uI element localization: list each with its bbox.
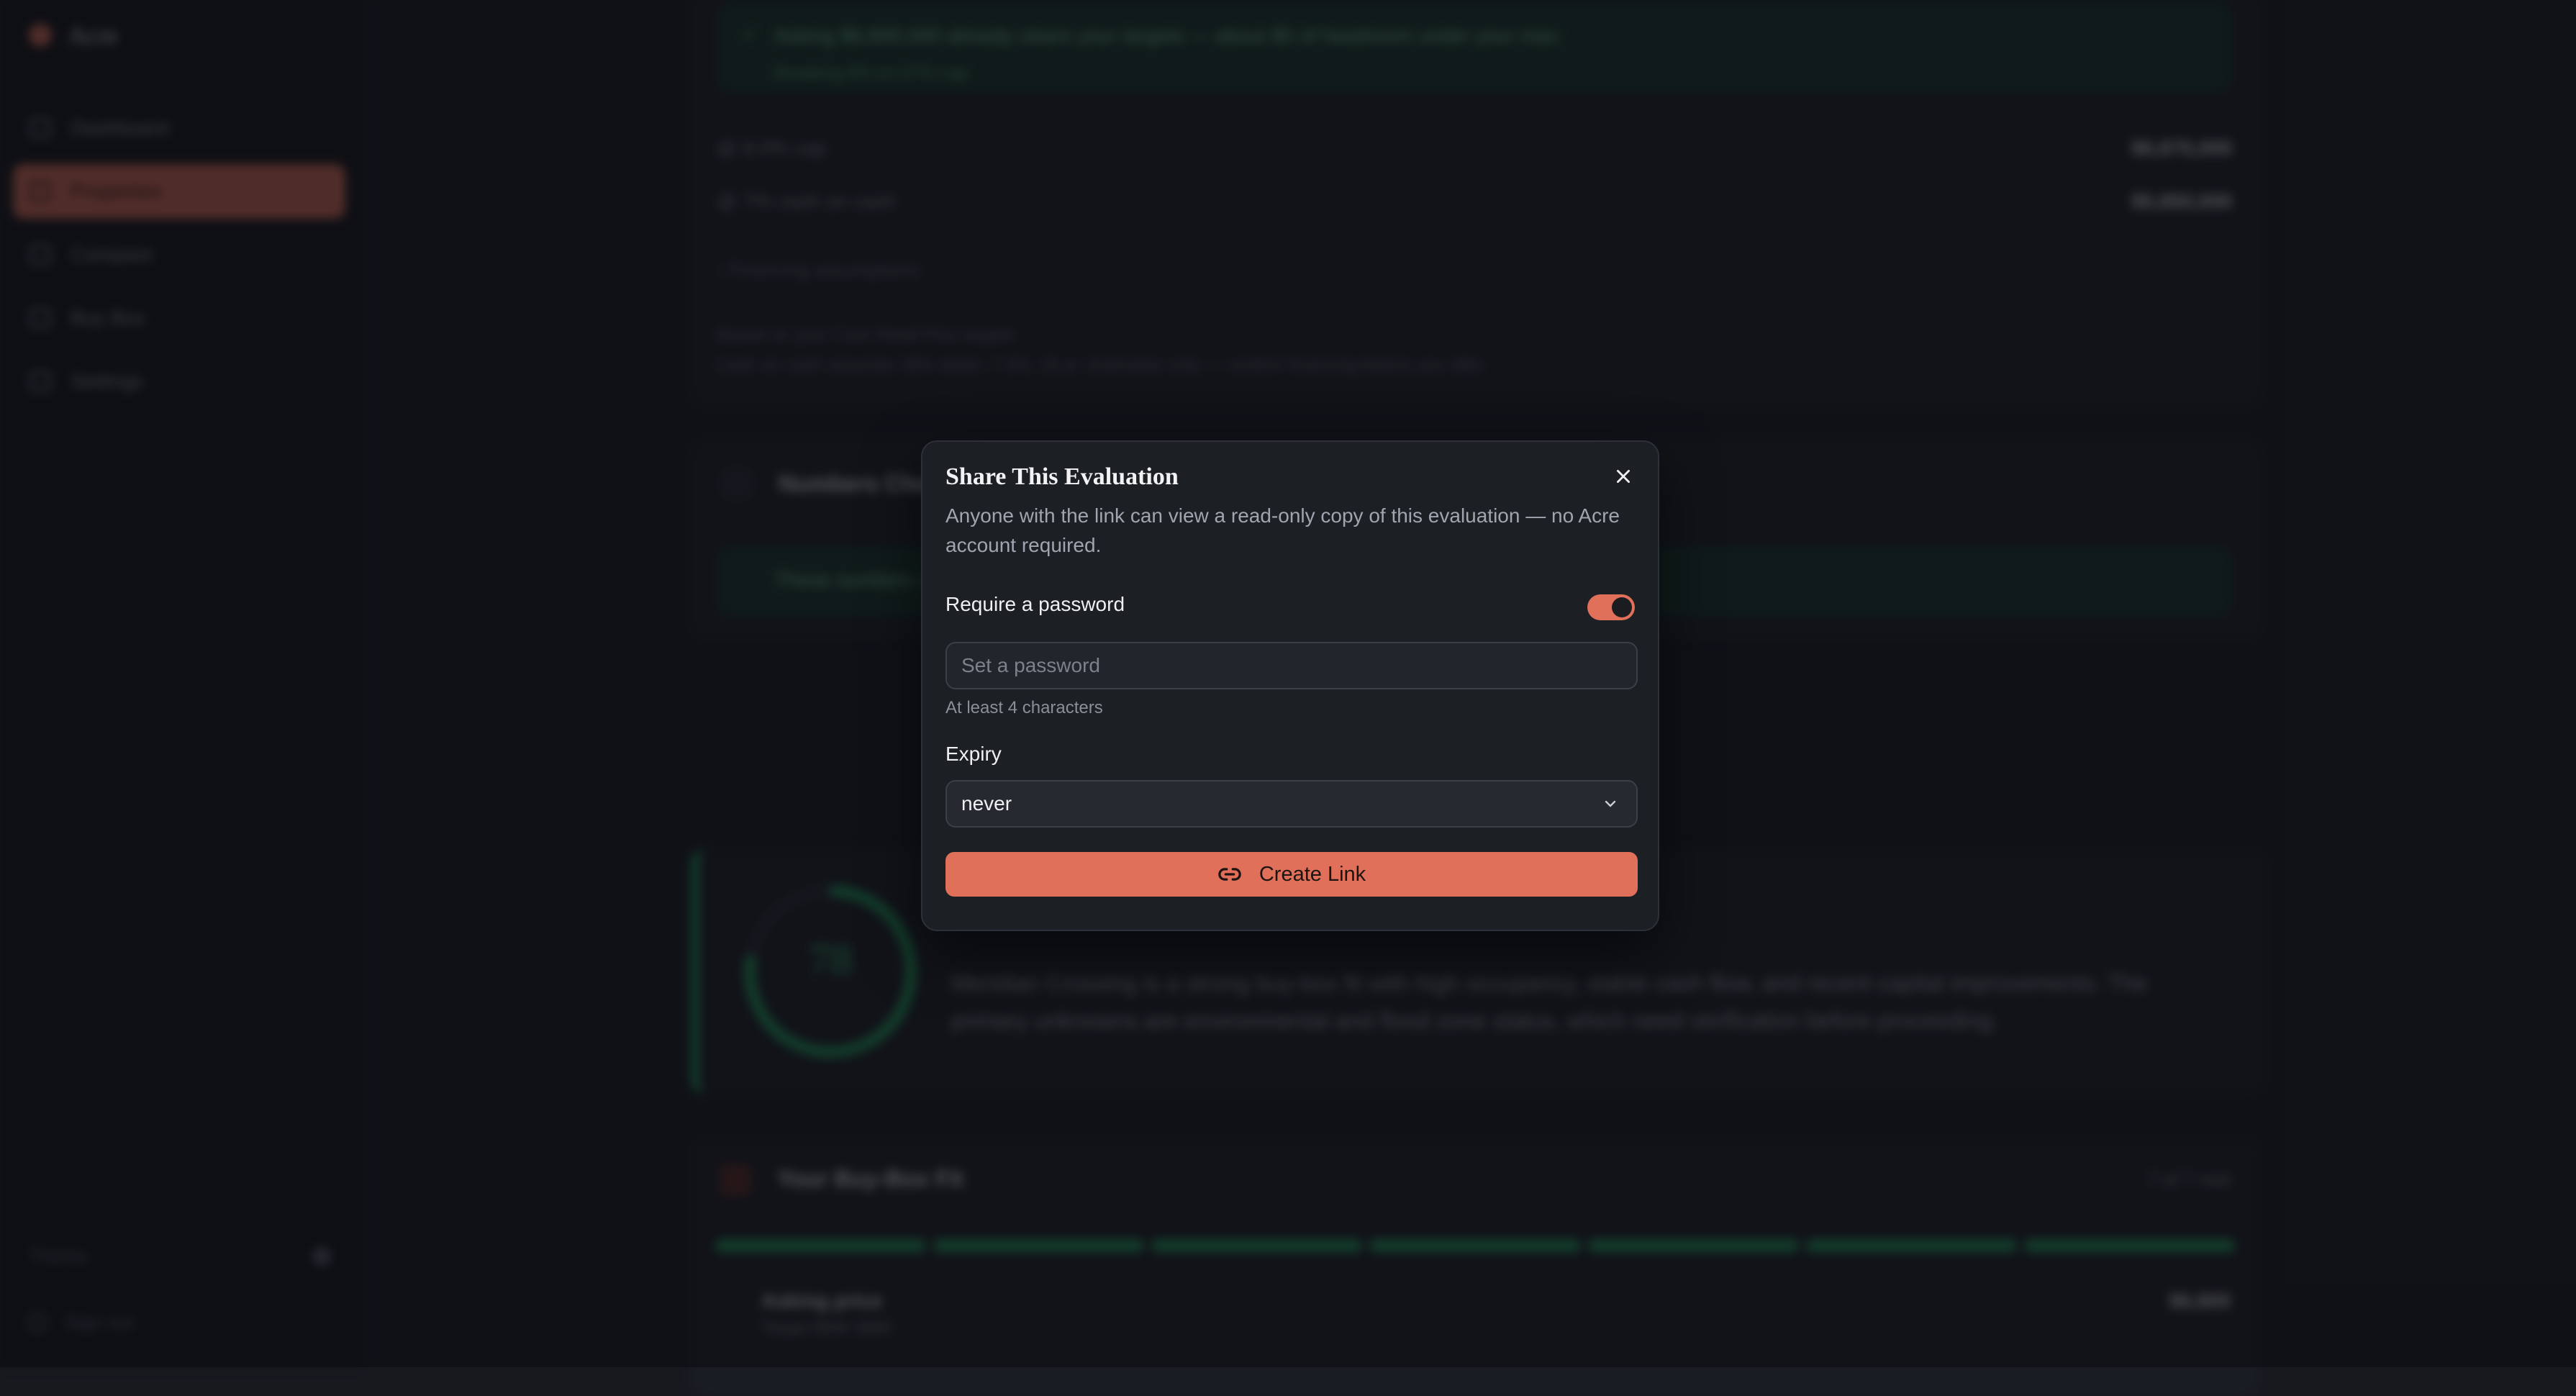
share-evaluation-dialog: Share This Evaluation Anyone with the li… bbox=[921, 440, 1659, 931]
password-input[interactable] bbox=[945, 642, 1638, 689]
expiry-select[interactable]: never bbox=[945, 780, 1638, 828]
require-password-toggle[interactable] bbox=[1587, 594, 1635, 620]
expiry-selected-value: never bbox=[961, 792, 1012, 815]
link-icon bbox=[1218, 868, 1241, 881]
expiry-label: Expiry bbox=[945, 743, 1002, 765]
dialog-description: Anyone with the link can view a read-onl… bbox=[945, 504, 1620, 556]
create-link-button[interactable]: Create Link bbox=[945, 852, 1638, 897]
dialog-title: Share This Evaluation bbox=[945, 463, 1179, 490]
toggle-knob bbox=[1612, 597, 1632, 617]
password-hint: At least 4 characters bbox=[945, 698, 1103, 717]
chevron-down-icon bbox=[1605, 800, 1616, 807]
password-toggle-label: Require a password bbox=[945, 593, 1125, 615]
create-link-label: Create Link bbox=[1258, 862, 1366, 886]
close-icon bbox=[1617, 470, 1630, 483]
close-button[interactable] bbox=[1607, 461, 1639, 492]
